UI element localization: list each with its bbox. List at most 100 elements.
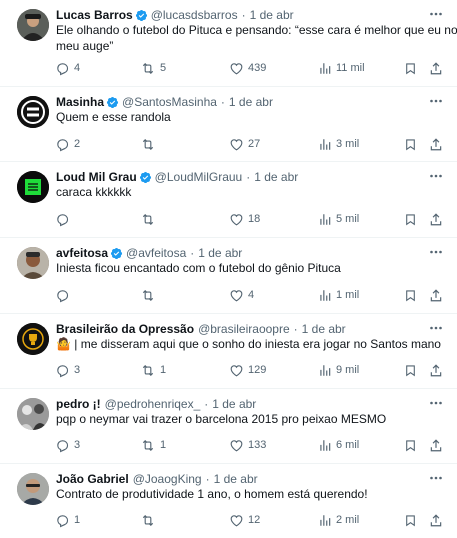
views-button[interactable]: 3 mil — [318, 136, 359, 152]
separator-dot: · — [246, 170, 251, 184]
more-options-icon[interactable] — [429, 169, 443, 183]
more-options-icon[interactable] — [429, 7, 443, 21]
reply-button[interactable]: 4 — [55, 60, 80, 76]
bookmark-button[interactable] — [404, 136, 417, 152]
like-button[interactable]: 439 — [229, 60, 266, 76]
repost-icon — [142, 289, 154, 301]
share-button[interactable] — [429, 136, 443, 152]
bookmark-button[interactable] — [404, 362, 417, 378]
reply-button[interactable]: 2 — [55, 136, 80, 152]
like-button[interactable]: 133 — [229, 437, 266, 453]
tweet-text: 🤷 | me disseram aqui que o sonho do inie… — [56, 337, 444, 353]
reply-count: 3 — [74, 439, 81, 451]
repost-button[interactable] — [140, 287, 160, 303]
author-name[interactable]: Loud Mil Grau — [56, 170, 137, 184]
separator-dot: · — [190, 246, 195, 260]
bookmark-button[interactable] — [404, 60, 417, 76]
reply-button[interactable] — [55, 211, 74, 227]
author-name[interactable]: Masinha — [56, 95, 104, 109]
author-handle[interactable]: @SantosMasinha — [122, 95, 217, 109]
share-button[interactable] — [429, 512, 443, 528]
share-button[interactable] — [429, 211, 443, 227]
author-handle[interactable]: @LoudMilGrauu — [155, 170, 243, 184]
repost-button[interactable] — [140, 512, 160, 528]
tweet-text: Contrato de produtividade 1 ano, o homem… — [56, 487, 444, 503]
tweet-text: Quem e esse randola — [56, 110, 444, 126]
like-button[interactable]: 4 — [229, 287, 254, 303]
reply-count: 1 — [74, 514, 81, 526]
bookmark-button[interactable] — [404, 287, 417, 303]
heart-icon — [230, 62, 243, 74]
author-handle[interactable]: @lucasdsbarros — [151, 8, 238, 22]
views-button[interactable]: 11 mil — [318, 60, 365, 76]
timestamp[interactable]: 1 de abr — [212, 397, 256, 411]
bookmark-icon — [406, 213, 415, 225]
tweet[interactable]: Lucas Barros @lucasdsbarros · 1 de abr E… — [0, 0, 457, 87]
timestamp[interactable]: 1 de abr — [214, 472, 258, 486]
tweet[interactable]: João Gabriel @JoaogKing · 1 de abr Contr… — [0, 464, 457, 538]
tweet-text-line: Iniesta ficou encantado com o futebol do… — [56, 261, 341, 275]
author-handle[interactable]: @JoaogKing — [133, 472, 202, 486]
views-button[interactable]: 6 mil — [318, 437, 359, 453]
santos-logo-icon — [17, 96, 49, 128]
avatar[interactable] — [17, 473, 49, 505]
more-options-icon[interactable] — [429, 321, 443, 335]
views-button[interactable]: 5 mil — [318, 211, 359, 227]
timestamp[interactable]: 1 de abr — [229, 95, 273, 109]
more-options-icon[interactable] — [429, 245, 443, 259]
repost-button[interactable]: 5 — [140, 60, 166, 76]
avatar[interactable] — [17, 323, 49, 355]
author-name[interactable]: Brasileirão da Opressão — [56, 322, 194, 336]
author-name[interactable]: João Gabriel — [56, 472, 129, 486]
timestamp[interactable]: 1 de abr — [198, 246, 242, 260]
share-button[interactable] — [429, 437, 443, 453]
bookmark-button[interactable] — [404, 211, 417, 227]
timestamp[interactable]: 1 de abr — [302, 322, 346, 336]
author-handle[interactable]: @avfeitosa — [126, 246, 186, 260]
tweet[interactable]: pedro ¡! @pedrohenriqex_ · 1 de abr pqp … — [0, 389, 457, 464]
repost-button[interactable]: 1 — [140, 437, 166, 453]
author-handle[interactable]: @brasileiraoopre — [198, 322, 290, 336]
avatar[interactable] — [17, 398, 49, 430]
views-button[interactable]: 1 mil — [318, 287, 359, 303]
heart-icon — [230, 289, 243, 301]
more-options-icon[interactable] — [429, 471, 443, 485]
like-button[interactable]: 12 — [229, 512, 260, 528]
reply-button[interactable]: 3 — [55, 437, 80, 453]
views-button[interactable]: 2 mil — [318, 512, 359, 528]
avatar[interactable] — [17, 247, 49, 279]
like-button[interactable]: 129 — [229, 362, 266, 378]
avatar[interactable] — [17, 171, 49, 203]
author-handle[interactable]: @pedrohenriqex_ — [105, 397, 201, 411]
tweet[interactable]: Masinha @SantosMasinha · 1 de abr Quem e… — [0, 87, 457, 162]
more-options-icon[interactable] — [429, 396, 443, 410]
avatar[interactable] — [17, 96, 49, 128]
timestamp[interactable]: 1 de abr — [254, 170, 298, 184]
repost-button[interactable]: 1 — [140, 362, 166, 378]
share-button[interactable] — [429, 287, 443, 303]
avatar[interactable] — [17, 9, 49, 41]
views-button[interactable]: 9 mil — [318, 362, 359, 378]
timestamp[interactable]: 1 de abr — [250, 8, 294, 22]
bookmark-button[interactable] — [404, 437, 417, 453]
author-name[interactable]: pedro ¡! — [56, 397, 101, 411]
bookmark-button[interactable] — [404, 512, 417, 528]
share-button[interactable] — [429, 362, 443, 378]
views-count: 2 mil — [336, 514, 360, 526]
repost-button[interactable] — [140, 136, 160, 152]
tweet[interactable]: Brasileirão da Opressão @brasileiraoopre… — [0, 314, 457, 389]
reply-button[interactable]: 3 — [55, 362, 80, 378]
like-button[interactable]: 27 — [229, 136, 260, 152]
more-options-icon[interactable] — [429, 94, 443, 108]
like-button[interactable]: 18 — [229, 211, 260, 227]
tweet[interactable]: Loud Mil Grau @LoudMilGrauu · 1 de abr c… — [0, 162, 457, 238]
person-photo-icon — [17, 473, 49, 505]
reply-button[interactable] — [55, 287, 74, 303]
share-button[interactable] — [429, 60, 443, 76]
reply-count: 2 — [74, 138, 81, 150]
repost-button[interactable] — [140, 211, 160, 227]
author-name[interactable]: avfeitosa — [56, 246, 108, 260]
tweet[interactable]: avfeitosa @avfeitosa · 1 de abr Iniesta … — [0, 238, 457, 314]
author-name[interactable]: Lucas Barros — [56, 8, 133, 22]
reply-button[interactable]: 1 — [55, 512, 80, 528]
